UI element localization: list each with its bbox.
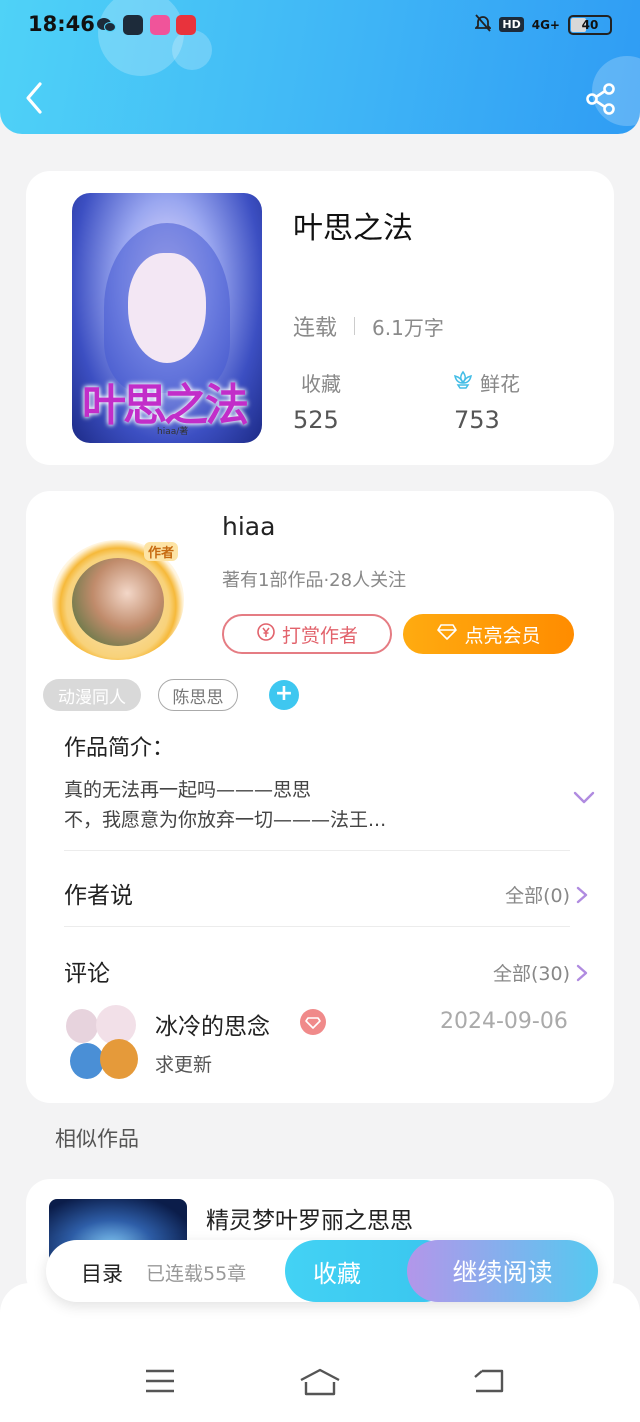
mute-bell-icon [474, 14, 493, 35]
comment-text[interactable]: 求更新 [155, 1050, 212, 1077]
floating-action-bar: 目录 已连载55章 收藏 继续阅读 [46, 1240, 598, 1302]
home-icon[interactable] [298, 1367, 342, 1401]
flowers-stat[interactable]: 鲜花 [452, 368, 520, 397]
chevron-right-icon [576, 964, 588, 981]
tag-chip[interactable]: 陈思思 [158, 679, 238, 711]
tip-author-button[interactable]: 打赏作者 [222, 614, 392, 654]
book-status-line: 连载 6.1万字 [293, 310, 444, 342]
system-nav-bar [0, 1283, 640, 1422]
wechat-icon [96, 15, 116, 35]
intro-heading: 作品简介： [64, 736, 175, 761]
author-says-all-label: 全部(0) [505, 885, 570, 907]
intro-text[interactable]: 真的无法再一起吗———思思 不，我愿意为你放弃一切———法王... [64, 775, 386, 835]
chevron-right-icon [576, 886, 588, 903]
chapter-count: 已连载55章 [146, 1263, 247, 1285]
continue-reading-button[interactable]: 继续阅读 [407, 1240, 598, 1302]
commenter-avatar[interactable] [66, 1005, 142, 1081]
header: 18:46 HD 4G+ 40 [0, 0, 640, 134]
comment-date: 2024-09-06 [440, 1009, 568, 1034]
back-button[interactable] [18, 78, 54, 118]
network-label: 4G+ [531, 17, 560, 32]
share-button[interactable] [584, 82, 618, 116]
tip-author-label: 打赏作者 [281, 624, 358, 647]
add-favorite-label: 收藏 [313, 1259, 361, 1288]
yuan-coin-icon [256, 622, 276, 647]
word-count: 6.1万字 [372, 315, 444, 340]
expand-intro-button[interactable] [572, 790, 596, 810]
author-name[interactable]: hiaa [222, 512, 275, 541]
share-icon [586, 83, 615, 115]
flower-icon [452, 369, 474, 396]
status-right: HD 4G+ 40 [474, 14, 612, 35]
book-title: 叶思之法 [293, 211, 413, 246]
vip-button[interactable]: 点亮会员 [403, 614, 574, 654]
app-notification-icon [150, 15, 170, 35]
diamond-icon [436, 622, 458, 647]
comments-all-label: 全部(30) [492, 963, 570, 985]
chevron-down-icon [573, 791, 595, 804]
tag-chip[interactable]: 动漫同人 [43, 679, 141, 711]
app-notification-icon [123, 15, 143, 35]
vip-button-label: 点亮会员 [464, 624, 541, 647]
flowers-label: 鲜花 [480, 372, 520, 396]
hd-badge: HD [499, 17, 524, 32]
flowers-count: 753 [454, 406, 500, 434]
intro-line: 真的无法再一起吗———思思 [64, 779, 312, 801]
comments-heading: 评论 [64, 961, 110, 987]
favorites-count: 525 [293, 406, 339, 434]
status-time: 18:46 [28, 12, 95, 36]
app-notification-icon [176, 15, 196, 35]
commenter-name[interactable]: 冰冷的思念 [155, 1007, 270, 1041]
continue-reading-label: 继续阅读 [452, 1258, 553, 1287]
toc-button[interactable]: 目录 [81, 1258, 123, 1288]
comments-all-link[interactable]: 全部(30) [493, 959, 588, 986]
status-bar: 18:46 HD 4G+ 40 [0, 0, 640, 50]
add-tag-button[interactable]: + [269, 680, 299, 710]
author-says-heading: 作者说 [64, 883, 133, 909]
favorites-label: 收藏 [301, 372, 341, 396]
cover-byline: hiaa/著 [157, 427, 189, 437]
battery-level: 40 [581, 17, 599, 32]
author-meta: 著有1部作品·28人关注 [222, 570, 407, 591]
author-says-all-link[interactable]: 全部(0) [505, 881, 588, 908]
similar-heading: 相似作品 [55, 1127, 139, 1151]
serial-status: 连载 [293, 316, 338, 341]
author-avatar-tag: 作者 [143, 542, 178, 561]
vip-badge-icon [300, 1009, 326, 1035]
similar-book-title[interactable]: 精灵梦叶罗丽之思思 [206, 1201, 413, 1235]
book-cover[interactable]: 叶思之法 hiaa/著 [72, 193, 262, 443]
divider [64, 850, 570, 851]
battery-indicator: 40 [568, 14, 612, 35]
divider [64, 926, 570, 927]
author-avatar[interactable]: 作者 [52, 540, 184, 660]
intro-line: 不，我愿意为你放弃一切———法王... [64, 809, 387, 831]
menu-icon[interactable] [144, 1368, 176, 1398]
back-nav-icon[interactable] [472, 1368, 504, 1398]
